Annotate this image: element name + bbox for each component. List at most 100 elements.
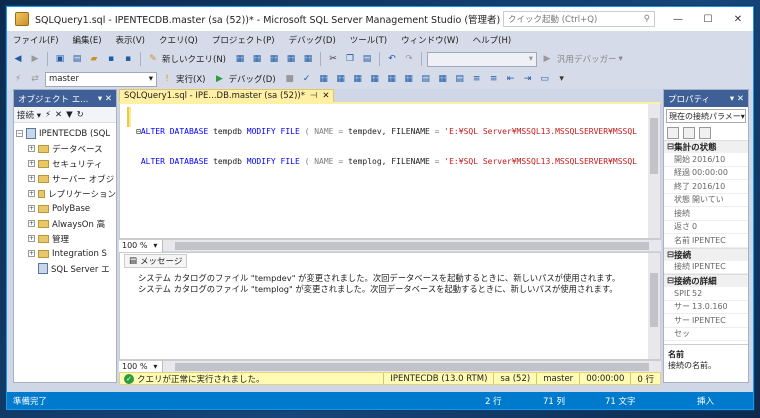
property-row[interactable]: サーバーIPENTEC	[664, 314, 748, 328]
alphabetical-icon[interactable]	[683, 126, 695, 139]
xmla-query-icon[interactable]: ▦	[284, 52, 298, 66]
connect-button[interactable]: 接続 ▾	[17, 109, 41, 121]
save-icon[interactable]: ▪	[104, 52, 118, 66]
new-query-button[interactable]: ✎ 新しいクエリ(N)	[146, 52, 226, 66]
save-all-icon[interactable]: ▪	[121, 52, 135, 66]
dmx-query-icon[interactable]: ▦	[267, 52, 281, 66]
property-row[interactable]: SPID52	[664, 287, 748, 301]
property-row[interactable]: 終了時2016/10	[664, 180, 748, 194]
quick-launch-input[interactable]: クイック起動 (Ctrl+Q) ⚲	[503, 11, 655, 27]
panel-controls[interactable]: ▾ ✕	[730, 94, 744, 104]
undo-icon[interactable]: ↶	[385, 52, 399, 66]
expand-icon[interactable]: +	[28, 190, 35, 197]
cancel-query-icon[interactable]: ■	[283, 72, 297, 86]
solution-config-dropdown[interactable]: ▾	[427, 51, 537, 67]
add-item-icon[interactable]: ▤	[70, 52, 84, 66]
tab-messages[interactable]: ▤ メッセージ	[124, 254, 188, 268]
tab-sqlquery1[interactable]: SQLQuery1.sql - IPE...DB.master (sa (52)…	[119, 89, 335, 102]
property-pages-icon[interactable]	[699, 126, 711, 139]
tree-item-alwayson[interactable]: + AlwaysOn 高	[16, 216, 116, 231]
close-button[interactable]: ✕	[723, 7, 753, 31]
property-row[interactable]: 接続エ	[664, 207, 748, 221]
categorized-icon[interactable]	[667, 126, 679, 139]
scroll-thumb[interactable]	[650, 273, 658, 327]
new-project-icon[interactable]: ▣	[53, 52, 67, 66]
tree-item-sql-agent[interactable]: SQL Server エ	[16, 261, 116, 276]
mdx-query-icon[interactable]: ▦	[250, 52, 264, 66]
tree-item-server-objects[interactable]: + サーバー オブジ	[16, 171, 116, 186]
menu-query[interactable]: クエリ(Q)	[159, 34, 198, 46]
editor-vertical-scrollbar[interactable]	[648, 104, 660, 238]
expand-icon[interactable]: +	[28, 160, 35, 167]
live-stats-icon[interactable]: ▦	[385, 72, 399, 86]
results-to-text-icon[interactable]: ▤	[419, 72, 433, 86]
collapse-icon[interactable]: −	[16, 130, 23, 137]
results-vertical-scrollbar[interactable]	[648, 253, 660, 359]
menu-debug[interactable]: デバッグ(D)	[289, 34, 336, 46]
minimize-button[interactable]: —	[663, 7, 693, 31]
include-plan-icon[interactable]: ▦	[368, 72, 382, 86]
editor-zoom-dropdown[interactable]: 100 % ▾	[119, 239, 163, 252]
menu-file[interactable]: ファイル(F)	[13, 34, 59, 46]
menu-edit[interactable]: 編集(E)	[73, 34, 102, 46]
results-to-grid-icon[interactable]: ▦	[436, 72, 450, 86]
increase-indent-icon[interactable]: ⇥	[521, 72, 535, 86]
category-connection-details[interactable]: ⊟ 接続の詳細	[664, 274, 748, 287]
tree-item-management[interactable]: + 管理	[16, 231, 116, 246]
property-row[interactable]: 状態 開いてい	[664, 194, 748, 207]
disconnect-icon[interactable]: ✕	[55, 110, 62, 120]
menu-project[interactable]: プロジェクト(P)	[212, 34, 275, 46]
maximize-button[interactable]: ☐	[693, 7, 723, 31]
property-row[interactable]: サーバー13.0.160	[664, 301, 748, 314]
expand-icon[interactable]: +	[28, 205, 35, 212]
query-designer-icon[interactable]: ▦	[334, 72, 348, 86]
display-plan-icon[interactable]: ▦	[317, 72, 331, 86]
tree-item-security[interactable]: + セキュリティ	[16, 156, 116, 171]
menu-view[interactable]: 表示(V)	[116, 34, 145, 46]
property-row[interactable]: 経過時00:00:00	[664, 167, 748, 180]
category-connection[interactable]: ⊟ 接続	[664, 247, 748, 261]
client-stats-icon[interactable]: ▦	[402, 72, 416, 86]
property-row[interactable]: 接続名IPENTEC	[664, 261, 748, 274]
panel-controls[interactable]: ▾ ✕	[98, 94, 112, 104]
results-to-file-icon[interactable]: ▤	[453, 72, 467, 86]
query-editor[interactable]: ⊟ALTER DATABASE tempdb MODIFY FILE ( NAM…	[119, 102, 661, 239]
change-connection-icon[interactable]: ⇄	[28, 72, 42, 86]
expand-icon[interactable]: +	[28, 175, 35, 182]
start-debug-icon[interactable]: ▶	[540, 52, 554, 66]
specify-values-icon[interactable]: ▭	[538, 72, 552, 86]
property-row[interactable]: 返され0	[664, 221, 748, 234]
property-row[interactable]: 開始時2016/10	[664, 153, 748, 167]
results-horizontal-scrollbar[interactable]: 100 % ▾	[119, 360, 661, 373]
debug-button[interactable]: ▶ デバッグ(D)	[212, 72, 276, 86]
menu-help[interactable]: ヘルプ(H)	[473, 34, 512, 46]
close-icon[interactable]: ✕	[322, 91, 329, 101]
property-row[interactable]: 名前 IPENTEC	[664, 234, 748, 248]
generic-debugger-button[interactable]: 汎用デバッガー ▾	[557, 53, 623, 65]
scroll-thumb[interactable]	[175, 362, 649, 371]
database-engine-query-icon[interactable]: ▦	[233, 52, 247, 66]
tree-root-server[interactable]: − IPENTECDB (SQL	[16, 126, 116, 141]
comment-icon[interactable]: ≡	[470, 72, 484, 86]
menu-window[interactable]: ウィンドウ(W)	[401, 34, 459, 46]
decrease-indent-icon[interactable]: ⇤	[504, 72, 518, 86]
expand-icon[interactable]: +	[28, 220, 35, 227]
properties-object-selector[interactable]: 現在の接続パラメー ▾	[666, 109, 746, 123]
pin-icon[interactable]: ⊣	[310, 91, 317, 101]
refresh-icon[interactable]: ↻	[77, 110, 84, 120]
open-file-icon[interactable]: ▰	[87, 52, 101, 66]
tree-item-integration-services[interactable]: + Integration S	[16, 246, 116, 261]
connect-icon[interactable]: ⚡	[11, 72, 25, 86]
tree-item-databases[interactable]: + データベース	[16, 141, 116, 156]
scroll-thumb[interactable]	[175, 241, 649, 250]
tree-item-polybase[interactable]: + PolyBase	[16, 201, 116, 216]
messages-text[interactable]: システム カタログのファイル "tempdev" が変更されました。次回データベ…	[138, 273, 646, 295]
back-icon[interactable]: ◀	[11, 52, 25, 66]
dax-query-icon[interactable]: ▦	[301, 52, 315, 66]
expand-icon[interactable]: +	[28, 235, 35, 242]
editor-horizontal-scrollbar[interactable]: 100 % ▾	[119, 239, 661, 252]
forward-icon[interactable]: ▶	[28, 52, 42, 66]
cut-icon[interactable]: ✂	[326, 52, 340, 66]
redo-icon[interactable]: ↷	[402, 52, 416, 66]
scroll-thumb[interactable]	[650, 118, 658, 174]
